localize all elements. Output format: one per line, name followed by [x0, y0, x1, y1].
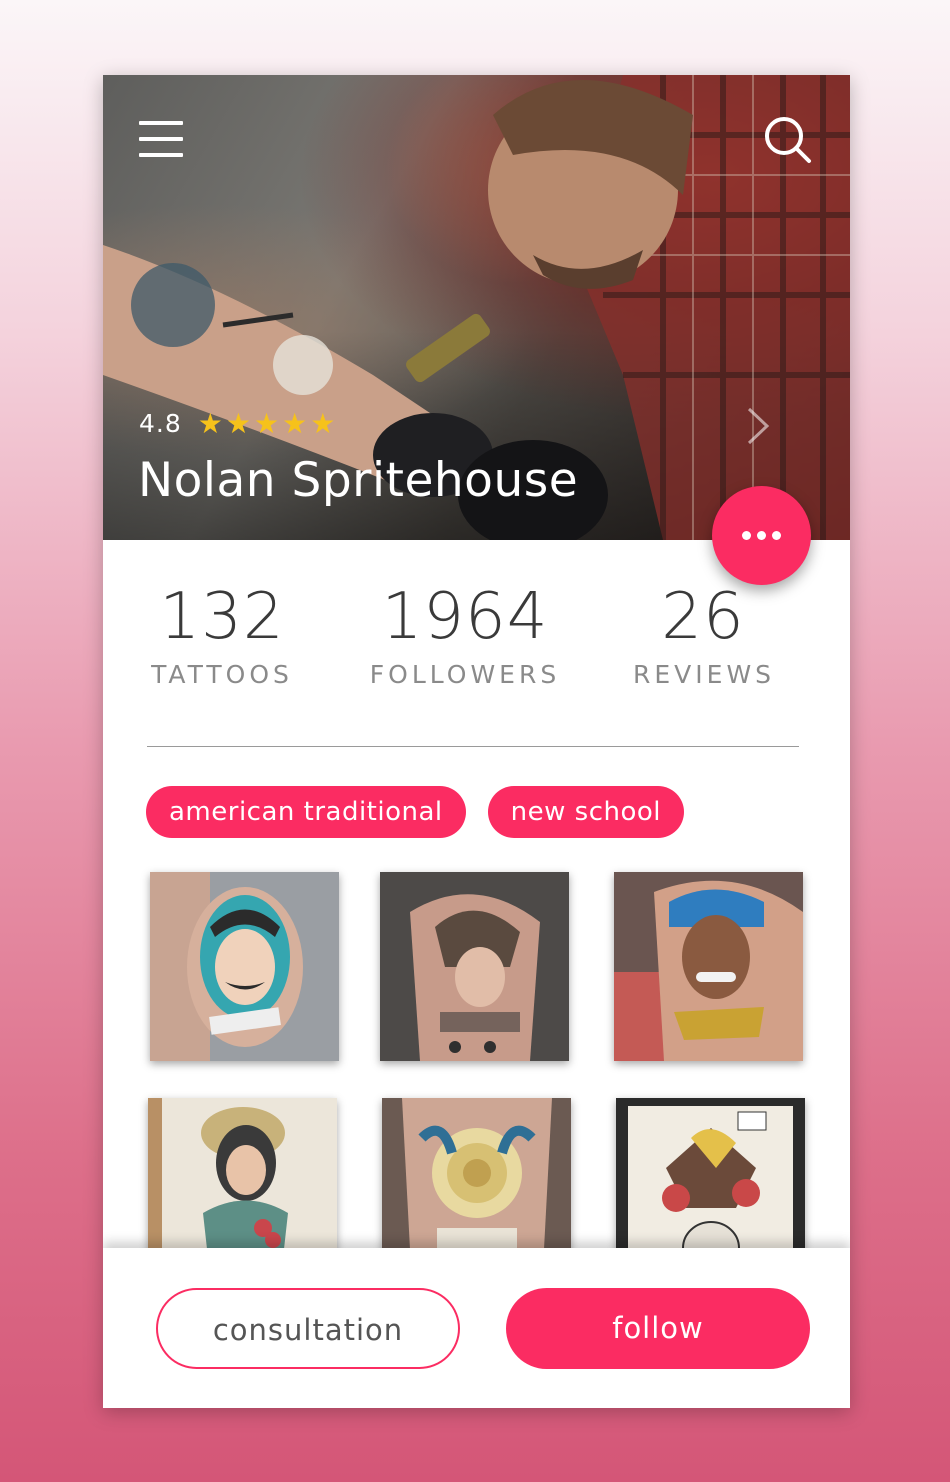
gallery-thumbnail-3[interactable]	[614, 872, 803, 1061]
more-options-button[interactable]	[712, 486, 811, 585]
native-headdress-tattoo-thumbnail	[380, 872, 569, 1061]
artist-profile-card: 4.8 ★ ★ ★ ★ ★ Nolan Spritehouse 132 TATT…	[103, 75, 850, 1408]
stat-label: TATTOOS	[151, 660, 293, 689]
stat-followers[interactable]: 1964 FOLLOWERS	[365, 580, 565, 689]
artist-name: Nolan Spritehouse	[138, 453, 579, 508]
gentleman-tattoo-thumbnail	[150, 872, 339, 1061]
rating-value: 4.8	[139, 409, 182, 438]
star-icon: ★	[225, 406, 251, 440]
follow-button[interactable]: follow	[506, 1288, 810, 1369]
hamburger-menu-icon[interactable]	[139, 119, 185, 159]
search-icon[interactable]	[763, 115, 813, 165]
star-icon: ★	[310, 406, 336, 440]
tag-american-traditional[interactable]: american traditional	[146, 786, 466, 838]
gallery-thumbnail-2[interactable]	[380, 872, 569, 1061]
chevron-right-icon[interactable]	[743, 405, 773, 451]
stat-label: REVIEWS	[633, 660, 776, 689]
stat-reviews[interactable]: 26 REVIEWS	[633, 580, 773, 689]
star-icon: ★	[282, 406, 308, 440]
divider	[147, 746, 799, 747]
consultation-button[interactable]: consultation	[156, 1288, 460, 1369]
stat-value: 26	[661, 580, 745, 654]
more-dots-icon	[742, 531, 751, 540]
tag-new-school[interactable]: new school	[487, 786, 685, 838]
hero-photo: 4.8 ★ ★ ★ ★ ★ Nolan Spritehouse	[103, 75, 850, 540]
stat-tattoos[interactable]: 132 TATTOOS	[146, 580, 298, 689]
stat-value: 1964	[381, 580, 549, 654]
stat-label: FOLLOWERS	[369, 660, 561, 689]
stats-row: 132 TATTOOS 1964 FOLLOWERS 26 REVIEWS	[103, 580, 850, 710]
bottom-action-bar: consultation follow	[103, 1248, 850, 1408]
style-tags: american traditional new school	[146, 786, 706, 838]
stat-value: 132	[159, 580, 285, 654]
gallery-thumbnail-1[interactable]	[150, 872, 339, 1061]
star-icon: ★	[253, 406, 280, 440]
portrait-tattoo-thumbnail	[614, 872, 803, 1061]
rating: 4.8 ★ ★ ★ ★ ★	[139, 409, 338, 438]
star-icon: ★	[197, 406, 223, 440]
